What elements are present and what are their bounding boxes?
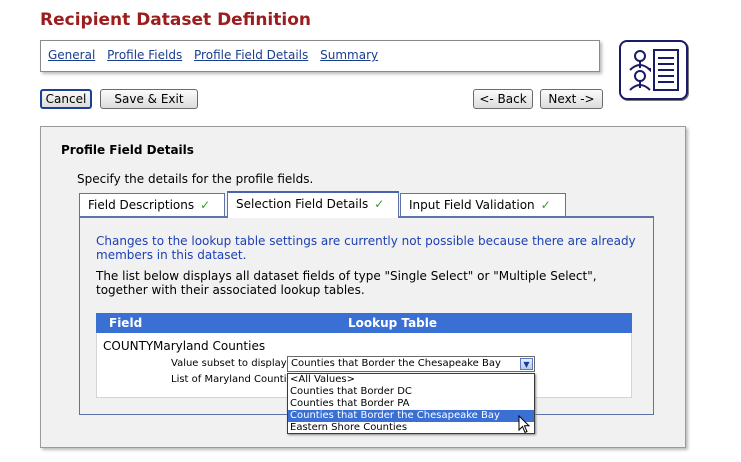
cancel-button[interactable]: Cancel	[40, 89, 92, 109]
select-value: Counties that Border the Chesapeake Bay	[291, 358, 501, 369]
tab-field-descriptions[interactable]: Field Descriptions ✓	[79, 193, 225, 217]
column-header-field: Field	[109, 316, 143, 330]
tab-label: Selection Field Details	[236, 197, 369, 211]
nav-link-summary[interactable]: Summary	[320, 48, 378, 62]
next-button[interactable]: Next ->	[540, 89, 603, 109]
dropdown-option[interactable]: Eastern Shore Counties	[288, 422, 534, 434]
lock-message: Changes to the lookup table settings are…	[96, 234, 636, 262]
page-title: Recipient Dataset Definition	[40, 10, 311, 30]
tab-input-field-validation[interactable]: Input Field Validation ✓	[400, 193, 566, 217]
recipient-dataset-icon	[619, 40, 688, 100]
nav-link-profile-fields[interactable]: Profile Fields	[107, 48, 182, 62]
section-description: Specify the details for the profile fiel…	[77, 172, 314, 186]
save-exit-button[interactable]: Save & Exit	[100, 89, 198, 109]
panel-description: The list below displays all dataset fiel…	[96, 269, 597, 297]
nav-link-profile-field-details[interactable]: Profile Field Details	[194, 48, 308, 62]
value-subset-select[interactable]: Counties that Border the Chesapeake Bay …	[287, 356, 535, 372]
grid-header: Field Lookup Table	[96, 313, 632, 333]
lookup-table-name: Maryland Counties	[153, 339, 266, 353]
back-button[interactable]: <- Back	[473, 89, 533, 109]
list-label: List of Maryland Counties	[171, 374, 298, 385]
nav-link-general[interactable]: General	[48, 48, 95, 62]
subset-label: Value subset to display:	[171, 358, 290, 369]
tab-label: Input Field Validation	[409, 198, 535, 212]
tab-label: Field Descriptions	[88, 198, 195, 212]
check-icon: ✓	[374, 197, 385, 211]
check-icon: ✓	[540, 198, 551, 212]
column-header-lookup-table: Lookup Table	[348, 316, 438, 330]
section-title: Profile Field Details	[61, 143, 194, 157]
check-icon: ✓	[200, 198, 211, 212]
chevron-down-icon[interactable]: ▼	[520, 358, 533, 370]
dropdown-option[interactable]: Counties that Border DC	[288, 386, 534, 398]
field-name: COUNTY	[103, 339, 154, 353]
mouse-cursor-icon	[518, 415, 531, 434]
page: Recipient Dataset Definition General Pro…	[0, 0, 741, 462]
wizard-nav: General Profile Fields Profile Field Det…	[40, 40, 600, 72]
tab-selection-field-details[interactable]: Selection Field Details ✓	[227, 191, 399, 218]
dropdown-option[interactable]: <All Values>	[288, 374, 534, 386]
dropdown-option[interactable]: Counties that Border PA	[288, 398, 534, 410]
value-subset-dropdown[interactable]: <All Values> Counties that Border DC Cou…	[287, 373, 535, 434]
dropdown-option-selected[interactable]: Counties that Border the Chesapeake Bay	[288, 410, 534, 422]
